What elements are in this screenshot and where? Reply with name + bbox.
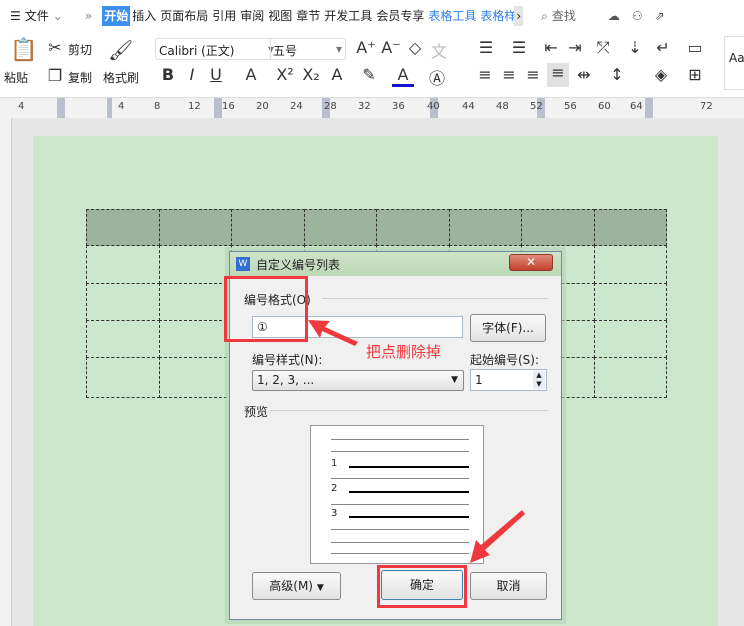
arrow-to-ok xyxy=(470,510,525,563)
annotation-arrows xyxy=(308,320,525,563)
arrow-to-format xyxy=(308,320,358,346)
